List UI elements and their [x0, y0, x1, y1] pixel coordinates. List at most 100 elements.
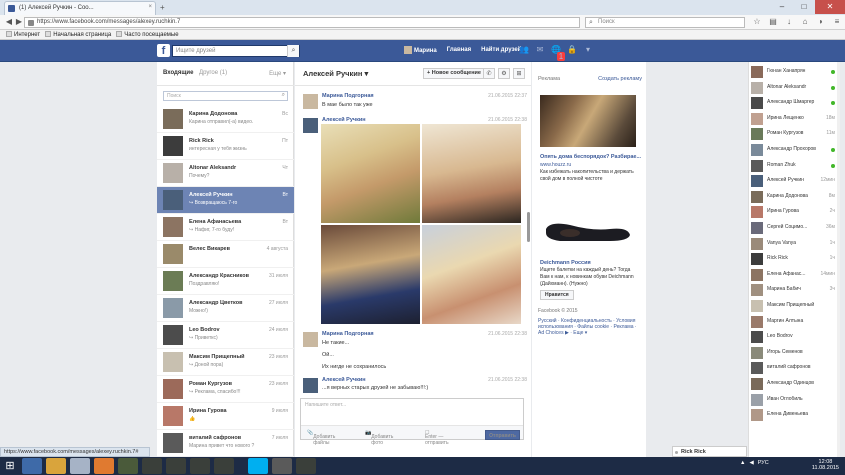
send-button[interactable]: Отправить — [485, 430, 520, 440]
windows-start-icon[interactable]: ⊞ — [2, 458, 18, 474]
game-icon[interactable] — [190, 458, 210, 474]
home-link[interactable]: Главная — [447, 47, 471, 53]
message-sender[interactable]: Алексей Ручкин — [322, 117, 366, 123]
enter-to-send-checkbox[interactable]: Enter — отправить ☐ — [425, 430, 449, 446]
photo[interactable] — [321, 124, 420, 223]
forward-icon[interactable]: ▶ — [14, 17, 24, 27]
browser-search-input[interactable]: ⌕ Поиск — [585, 17, 745, 28]
conversation-search-input[interactable]: Поиск ⌕ — [163, 91, 288, 101]
scrollbar[interactable] — [527, 212, 530, 242]
home-icon[interactable]: ⌂ — [800, 17, 810, 27]
chat-tab[interactable]: Rick Rick — [672, 446, 747, 457]
minimize-icon[interactable]: – — [771, 0, 793, 14]
conversation-title[interactable]: Алексей Ручкин ▾ — [303, 69, 368, 78]
ad-title[interactable]: Deichmann Россия — [540, 260, 591, 266]
friend-item[interactable]: Сергей Социмо... 36м — [749, 220, 841, 236]
notifications-icon[interactable]: 🌐1 — [551, 45, 566, 61]
friend-item[interactable]: Елена Дивеньева — [749, 407, 841, 423]
friend-item[interactable]: Маргин Алтына — [749, 314, 841, 330]
skype-icon[interactable] — [248, 458, 268, 474]
message-sender[interactable]: Марина Подгорная — [322, 331, 374, 337]
media-icon[interactable] — [70, 458, 90, 474]
conversation-item[interactable]: Максим Прищепный ↪ Доной пора) 23 июля — [157, 349, 294, 376]
friend-item[interactable]: Roman Zhuk — [749, 158, 841, 174]
ad-title[interactable]: Опять дома беспорядок? Разбирае... — [540, 154, 641, 160]
conversation-item[interactable]: Роман Кургузов ↪ Реклама, спасибо!!! 23 ию… — [157, 376, 294, 403]
pocket-icon[interactable]: ◗ — [816, 17, 826, 27]
facebook-logo[interactable]: f — [157, 44, 170, 57]
close-window-icon[interactable]: ✕ — [815, 0, 845, 14]
language-indicator[interactable]: РУС — [758, 460, 769, 466]
photo[interactable] — [422, 225, 521, 324]
video-call-icon[interactable]: ✆ — [483, 68, 495, 79]
star-icon[interactable]: ☆ — [752, 17, 762, 27]
friend-item[interactable]: Александр Одинцов — [749, 376, 841, 392]
friend-requests-icon[interactable]: 👥 — [519, 45, 529, 55]
privacy-icon[interactable]: 🔒 — [567, 45, 577, 55]
new-message-button[interactable]: + Новое сообщение — [423, 68, 485, 79]
conversation-item[interactable]: Александр Красников Поздравляю! 31 июля — [157, 268, 294, 295]
download-icon[interactable]: ↓ — [784, 17, 794, 27]
ie-icon[interactable] — [22, 458, 42, 474]
message-sender[interactable]: Марина Подгорная — [322, 93, 374, 99]
ad-site[interactable]: www.houzz.ru — [540, 162, 571, 168]
facebook-search-input[interactable]: Ищите друзей ⌕ — [172, 45, 300, 57]
add-photo-button[interactable]: 📷 Добавить фото — [365, 430, 393, 446]
conversation-item[interactable]: Алексей Ручкин ↪ Возвращаюсь 7-го Вт — [157, 187, 294, 214]
url-bar[interactable]: https://www.facebook.com/messages/alexey… — [24, 17, 580, 28]
bookmark-item[interactable]: Начальная страница — [45, 31, 111, 39]
bookmarks-icon[interactable]: ▤ — [768, 17, 778, 27]
friend-item[interactable]: Елена Афанас... 14мин — [749, 267, 841, 283]
conversation-item[interactable]: Велес Викарев 4 августа — [157, 241, 294, 268]
conversation-item[interactable]: Елена Афанасьева ↪ Нафиг, 7-го буду! Вт — [157, 214, 294, 241]
conversation-item[interactable]: Александр Цветков Можно!) 27 июля — [157, 295, 294, 322]
new-tab-icon[interactable]: + — [160, 3, 170, 12]
game-icon[interactable] — [296, 458, 316, 474]
tab-inbox[interactable]: Входящие — [163, 70, 193, 76]
photo[interactable] — [321, 225, 420, 324]
maximize-icon[interactable]: □ — [793, 0, 815, 14]
ad-image[interactable] — [540, 203, 636, 257]
firefox-icon[interactable] — [94, 458, 114, 474]
friend-item[interactable]: Rick Rick 1ч — [749, 251, 841, 267]
close-tab-icon[interactable]: × — [148, 4, 152, 10]
conversation-item[interactable]: Ирина Гурова 👍 9 июля — [157, 403, 294, 430]
create-ad-link[interactable]: Создать рекламу — [598, 76, 642, 82]
conversation-item[interactable]: Altonar Aleksandr Почему? Чт — [157, 160, 294, 187]
conversation-item[interactable]: Rick Rick интересная у тебя жизнь Пт — [157, 133, 294, 160]
find-friends-link[interactable]: Найти друзей — [481, 47, 521, 53]
bookmark-item[interactable]: Часто посещаемые — [116, 31, 179, 39]
clock[interactable]: 12:08 11.08.2015 — [812, 459, 839, 471]
more-dropdown[interactable]: Еще ▾ — [269, 70, 286, 77]
game-icon[interactable] — [214, 458, 234, 474]
friend-item[interactable]: Гюнан Ханапрян — [749, 64, 841, 80]
bookmark-item[interactable]: Интернет — [6, 31, 40, 39]
footer-links[interactable]: Русский · Конфиденциальность · Условия и… — [538, 318, 644, 336]
friend-item[interactable]: виталий сафронов — [749, 360, 841, 376]
search-icon[interactable]: ⌕ — [287, 45, 299, 57]
ad-image[interactable] — [540, 95, 636, 147]
conversation-item[interactable]: Leo Bodrov ↪ Приветкс) 24 июля — [157, 322, 294, 349]
browser-tab[interactable]: (1) Алексей Ручкин - Соо... × — [4, 1, 156, 15]
game-icon[interactable] — [166, 458, 186, 474]
friend-item[interactable]: Марина Бабич 3ч — [749, 282, 841, 298]
messages-icon[interactable]: ✉ — [535, 45, 545, 55]
message-sender[interactable]: Алексей Ручкин — [322, 377, 366, 383]
folder-icon[interactable] — [46, 458, 66, 474]
friend-item[interactable]: Карина Додонова 8м — [749, 189, 841, 205]
scrollbar[interactable] — [837, 62, 840, 457]
game-icon[interactable] — [118, 458, 138, 474]
friend-item[interactable]: Александр Шмаргер — [749, 95, 841, 111]
back-icon[interactable]: ◀ — [4, 17, 14, 27]
conversation-item[interactable]: виталий сафронов Марина привет что нового… — [157, 430, 294, 457]
reply-input[interactable]: Напишите ответ... — [305, 402, 346, 408]
friend-item[interactable]: Vanya Vanya 1ч — [749, 236, 841, 252]
friend-item[interactable]: Altonar Aleksandr — [749, 80, 841, 96]
friend-item[interactable]: Ирина Лещенко 18м — [749, 111, 841, 127]
like-button[interactable]: Нравится — [540, 290, 574, 300]
friend-item[interactable]: Роман Кургузов 11м — [749, 126, 841, 142]
friend-item[interactable]: Максим Прищепный — [749, 298, 841, 314]
network-icon[interactable]: ▲ — [740, 460, 745, 466]
tab-other[interactable]: Другое (1) — [199, 70, 227, 76]
app-icon[interactable] — [272, 458, 292, 474]
